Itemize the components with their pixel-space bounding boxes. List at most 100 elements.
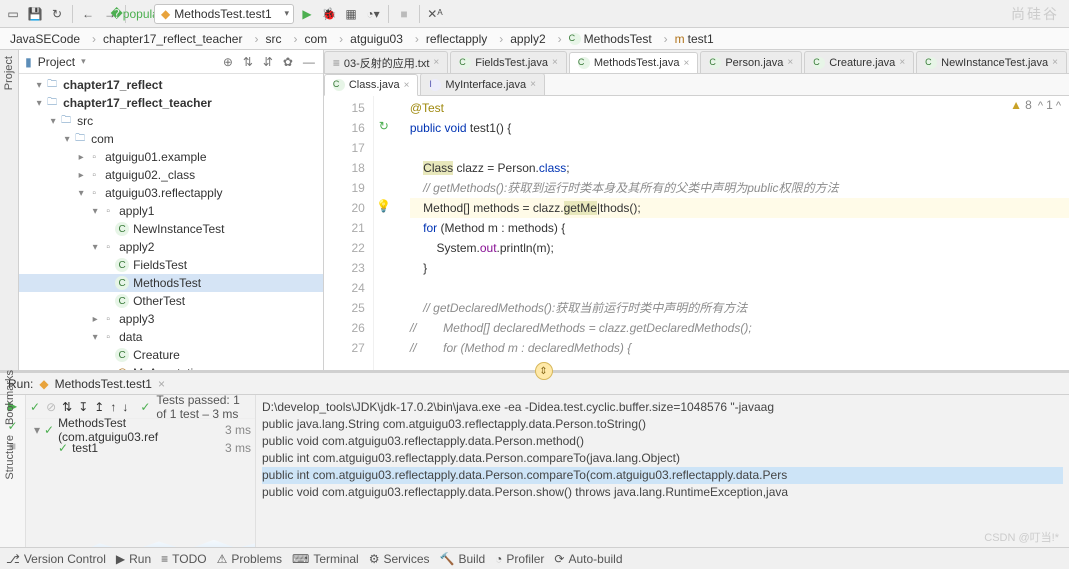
project-tool-tab[interactable]: Project [3, 56, 15, 90]
breadcrumb: JavaSECode chapter17_reflect_teacher srcco… [0, 28, 1069, 50]
tree-node[interactable]: CMethodsTest [19, 274, 323, 292]
pass-filter-icon[interactable]: ✓ [30, 400, 40, 414]
fail-filter-icon[interactable]: ⊘ [46, 400, 56, 414]
close-run-tab-icon[interactable]: × [158, 377, 165, 391]
close-tab-icon[interactable]: × [552, 57, 558, 68]
editor-tab[interactable]: C Class.java × [324, 74, 419, 96]
console-output[interactable]: D:\develop_tools\JDK\jdk-17.0.2\bin\java… [256, 395, 1069, 567]
next-icon[interactable]: ↓ [122, 400, 128, 414]
hide-icon[interactable]: — [303, 55, 317, 69]
close-tab-icon[interactable]: × [433, 57, 439, 68]
close-tab-icon[interactable]: × [787, 57, 793, 68]
tree-node[interactable]: ▸▫atguigu01.example [19, 148, 323, 166]
project-pane: ▮ Project ▾ ⊕ ⇅ ⇵ ✿ — ▾🗀chapter17_reflec… [19, 50, 324, 370]
status-bar-item[interactable]: ⚙Services [369, 552, 430, 566]
breadcrumb-item[interactable]: reflectapply [411, 32, 491, 46]
tree-node[interactable]: COtherTest [19, 292, 323, 310]
build-icon[interactable]: �populace [132, 5, 150, 23]
run-icon[interactable]: ▶ [298, 5, 316, 23]
tree-node[interactable]: ▾▫apply2 [19, 238, 323, 256]
inspection-widget[interactable]: ▲ 8 ^ 1 ^ [1010, 98, 1061, 112]
breadcrumb-item[interactable]: atguigu03 [335, 32, 407, 46]
tree-node[interactable]: ▾🗀chapter17_reflect [19, 76, 323, 94]
editor-tab[interactable]: C MethodsTest.java × [569, 52, 698, 74]
editor-tab[interactable]: C NewInstanceTest.java × [916, 51, 1067, 73]
breadcrumb-item[interactable]: chapter17_reflect_teacher [88, 32, 246, 46]
status-bar-item[interactable]: ⌨Terminal [292, 552, 359, 566]
close-tab-icon[interactable]: × [899, 57, 905, 68]
expand2-icon[interactable]: ↧ [78, 400, 88, 414]
project-title: Project [38, 55, 75, 69]
watermark: 尚硅谷 [1011, 4, 1059, 24]
bookmarks-tool-tab[interactable]: Bookmarks [4, 370, 16, 425]
tree-node[interactable]: ▸▫atguigu02._class [19, 166, 323, 184]
tree-node[interactable]: CNewInstanceTest [19, 220, 323, 238]
breadcrumb-item[interactable]: com [289, 32, 331, 46]
profile-icon[interactable]: ◔▾ [364, 5, 382, 23]
close-tab-icon[interactable]: × [1052, 57, 1058, 68]
editor-tab[interactable]: C FieldsTest.java × [450, 51, 567, 73]
console-line: public int com.atguigu03.reflectapply.da… [262, 450, 1063, 467]
status-bar-item[interactable]: ≡TODO [161, 552, 206, 566]
editor-tab[interactable]: ≡ 03-反射的应用.txt × [324, 51, 448, 73]
breadcrumb-item[interactable]: apply2 [495, 32, 549, 46]
debug-icon[interactable]: 🐞 [320, 5, 338, 23]
tree-node[interactable]: ▸▫apply3 [19, 310, 323, 328]
save-icon[interactable]: 💾 [26, 5, 44, 23]
translate-icon[interactable]: ✕ᴬ [426, 5, 444, 23]
stop-icon[interactable]: ■ [395, 5, 413, 23]
project-tree[interactable]: ▾🗀chapter17_reflect▾🗀chapter17_reflect_t… [19, 74, 323, 370]
tree-node[interactable]: ▾▫data [19, 328, 323, 346]
breadcrumb-item[interactable]: CMethodsTest [554, 32, 656, 46]
collapse-icon[interactable]: ⇵ [263, 55, 277, 69]
tree-node[interactable]: ▾🗀com [19, 130, 323, 148]
settings-icon[interactable]: ✿ [283, 55, 297, 69]
status-bar-item[interactable]: ⟳Auto-build [554, 552, 622, 566]
close-tab-icon[interactable]: × [683, 58, 689, 69]
editor-tab[interactable]: C Person.java × [700, 51, 802, 73]
expand-icon[interactable]: ⇅ [243, 55, 257, 69]
back-icon[interactable]: ← [79, 5, 97, 23]
close-tab-icon[interactable]: × [404, 80, 410, 91]
test-tree[interactable]: ▾✓MethodsTest (com.atguigu03.ref3 ms✓tes… [26, 419, 255, 567]
editor-tabs-row1: ≡ 03-反射的应用.txt ×C FieldsTest.java ×C Met… [324, 50, 1069, 74]
run-config-selector[interactable]: ◆ MethodsTest.test1 [154, 4, 294, 24]
status-bar-item[interactable]: ⚠Problems [217, 552, 282, 566]
status-bar-item[interactable]: ◔Profiler [495, 552, 544, 566]
status-bar-item[interactable]: ⎇Version Control [6, 552, 106, 566]
collapse2-icon[interactable]: ↥ [94, 400, 104, 414]
coverage-icon[interactable]: ▦ [342, 5, 360, 23]
code-editor[interactable]: 15161718192021222324252627 ↻💡 @Testpubli… [324, 96, 1069, 370]
run-title: MethodsTest.test1 [55, 377, 152, 391]
prev-icon[interactable]: ↑ [110, 400, 116, 414]
structure-tool-tab[interactable]: Structure [4, 435, 16, 480]
tree-node[interactable]: ▾▫atguigu03.reflectapply [19, 184, 323, 202]
editor-tab[interactable]: C Creature.java × [804, 51, 914, 73]
status-bar-item[interactable]: 🔨Build [440, 552, 486, 566]
main-toolbar: ▭ 💾 ↻ ← → �populace ◆ MethodsTest.test1 … [0, 0, 1069, 28]
console-line: public void com.atguigu03.reflectapply.d… [262, 433, 1063, 450]
open-icon[interactable]: ▭ [4, 5, 22, 23]
test-node[interactable]: ▾✓MethodsTest (com.atguigu03.ref3 ms [30, 421, 251, 439]
tree-node[interactable]: CFieldsTest [19, 256, 323, 274]
tree-node[interactable]: ▾🗀chapter17_reflect_teacher [19, 94, 323, 112]
editor-tabs-row2: C Class.java ×I MyInterface.java × [324, 74, 1069, 96]
breadcrumb-item[interactable]: mtest1 [660, 32, 718, 46]
status-bar-item[interactable]: ▶Run [116, 552, 151, 566]
breadcrumb-item[interactable]: JavaSECode [6, 32, 84, 46]
console-line: D:\develop_tools\JDK\jdk-17.0.2\bin\java… [262, 399, 1063, 416]
test-node[interactable]: ✓test13 ms [30, 439, 251, 457]
select-opened-icon[interactable]: ⊕ [223, 55, 237, 69]
tree-node[interactable]: CCreature [19, 346, 323, 364]
console-line: public void com.atguigu03.reflectapply.d… [262, 484, 1063, 501]
breadcrumb-item[interactable]: src [250, 32, 285, 46]
tree-node[interactable]: ▾▫apply1 [19, 202, 323, 220]
sort-icon[interactable]: ⇅ [62, 400, 72, 414]
editor-tab[interactable]: I MyInterface.java × [420, 73, 545, 95]
sync-icon[interactable]: ↻ [48, 5, 66, 23]
resize-handle-icon[interactable]: ⇕ [535, 362, 553, 380]
status-bar: ⎇Version Control ▶Run ≡TODO ⚠Problems ⌨Termi… [0, 547, 1069, 569]
close-tab-icon[interactable]: × [530, 79, 536, 90]
left-tool-strip: Project [0, 50, 19, 370]
tree-node[interactable]: ▾🗀src [19, 112, 323, 130]
